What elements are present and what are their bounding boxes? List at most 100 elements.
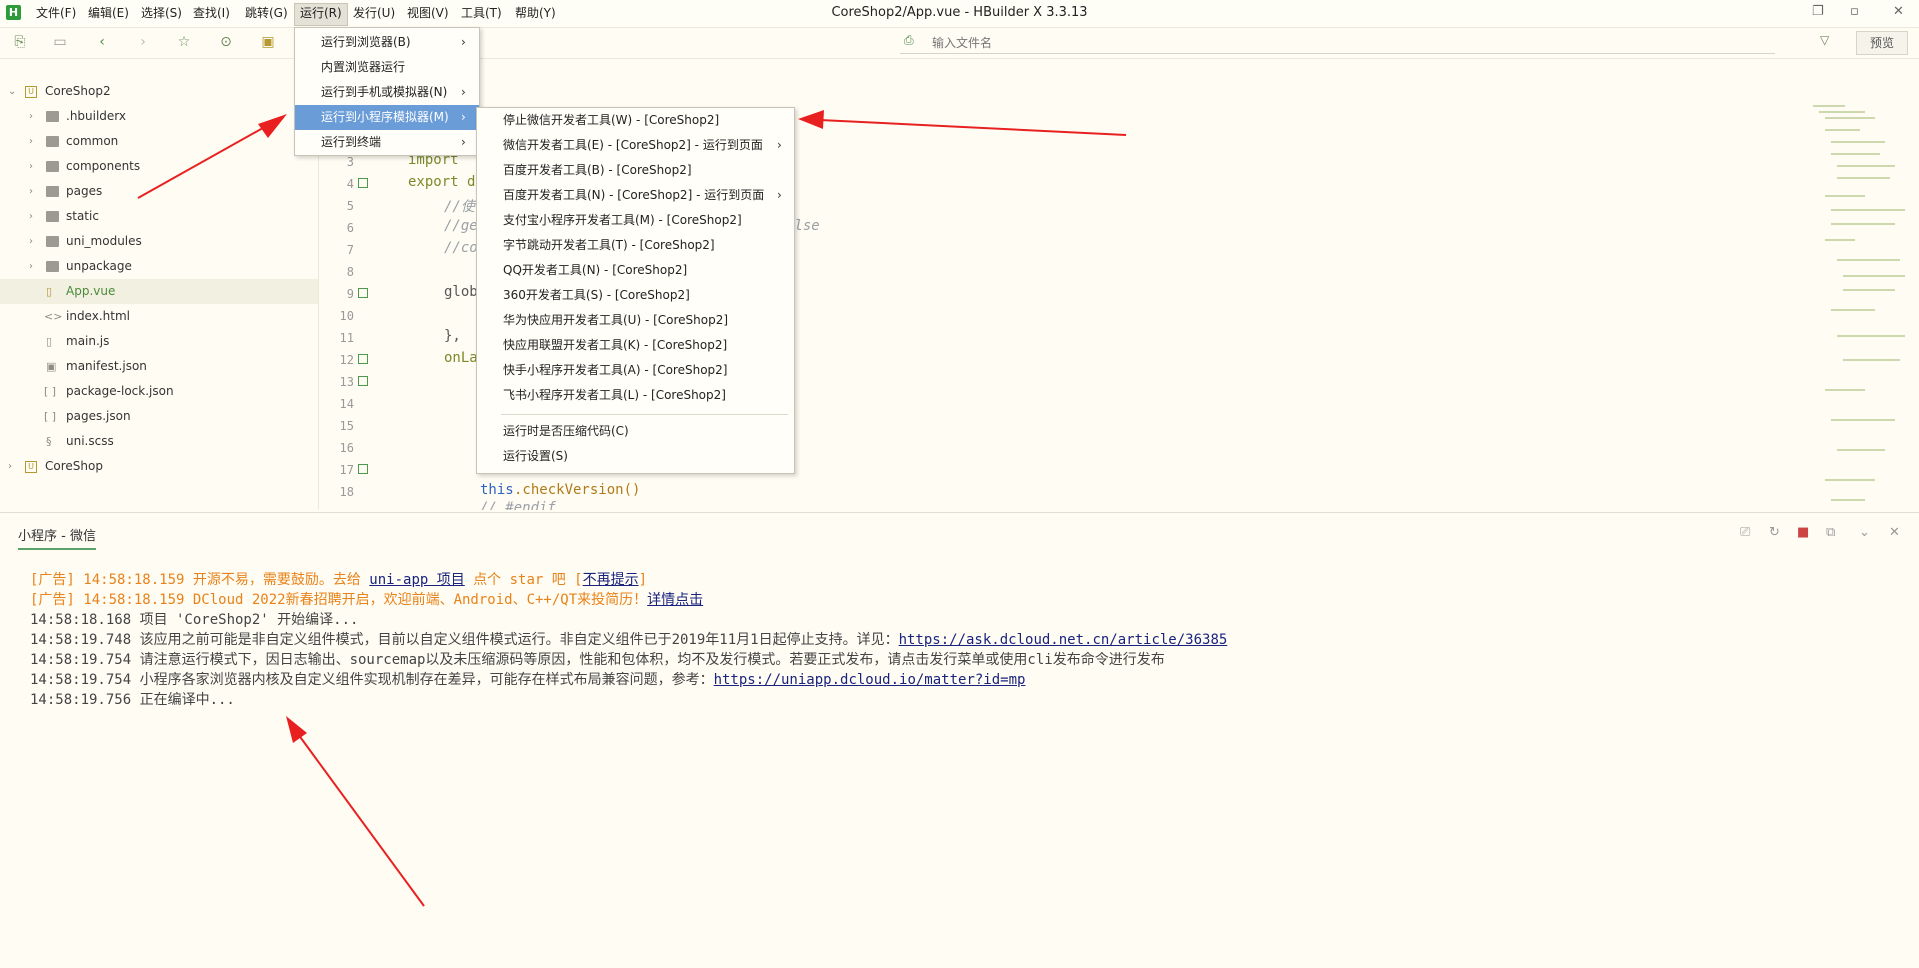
code-line: //co (444, 240, 478, 256)
stop-icon[interactable]: ■ (1797, 525, 1809, 540)
menu-item-wechat-to-page[interactable]: 微信开发者工具(E) - [CoreShop2] - 运行到页面 › (477, 133, 794, 158)
log-link[interactable]: 详情点击 (647, 592, 703, 608)
menu-item-quickapp[interactable]: 快应用联盟开发者工具(K) - [CoreShop2] (477, 333, 794, 358)
menu-item-feishu[interactable]: 飞书小程序开发者工具(L) - [CoreShop2] (477, 383, 794, 408)
line-number: 12 (339, 353, 354, 367)
menu-item-alipay[interactable]: 支付宝小程序开发者工具(M) - [CoreShop2] (477, 208, 794, 233)
chevron-right-icon[interactable]: › (29, 104, 39, 129)
log-line: [广告] 14:58:18.159 DCloud 2022新春招聘开启，欢迎前端… (30, 589, 703, 609)
log-link[interactable]: 不再提示 (583, 572, 639, 588)
log-link[interactable]: uni-app 项目 (369, 572, 464, 588)
minimap[interactable] (1805, 100, 1915, 510)
project-coreshop2[interactable]: ⌄ U CoreShop2 (0, 79, 318, 104)
menu-item-run-browser[interactable]: 运行到浏览器(B) › (295, 30, 479, 55)
menu-item-compress-code[interactable]: 运行时是否压缩代码(C) (477, 419, 794, 444)
clear-console-icon[interactable]: ⎚ (1740, 525, 1750, 540)
tree-item[interactable]: <> index.html (0, 304, 318, 329)
tree-item[interactable]: § uni.scss (0, 429, 318, 454)
line-number: 9 (346, 287, 354, 301)
chevron-right-icon[interactable]: › (29, 154, 39, 179)
chevron-right-icon[interactable]: › (8, 454, 18, 479)
menu-item-run-settings[interactable]: 运行设置(S) (477, 444, 794, 469)
js-file-icon: ▯ (46, 335, 53, 348)
run-menu: 运行到浏览器(B) › 内置浏览器运行 运行到手机或模拟器(N) › 运行到小程序模… (294, 27, 480, 156)
open-devtools-icon[interactable]: ⧉ (1826, 525, 1835, 540)
new-file-icon[interactable]: ⎘ (12, 34, 28, 50)
menu-item-kuaishou[interactable]: 快手小程序开发者工具(A) - [CoreShop2] (477, 358, 794, 383)
preview-button[interactable]: 预览 (1856, 31, 1908, 55)
fold-toggle-icon[interactable] (358, 464, 368, 474)
save-icon[interactable]: ▭ (52, 34, 68, 50)
menu-item-label: 百度开发者工具(N) - [CoreShop2] - 运行到页面 (503, 188, 765, 202)
log-link[interactable]: https://uniapp.dcloud.io/matter?id=mp (714, 672, 1026, 688)
fold-toggle-icon[interactable] (358, 178, 368, 188)
menu-item-builtin-browser[interactable]: 内置浏览器运行 (295, 55, 479, 80)
fold-toggle-icon[interactable] (358, 288, 368, 298)
tree-item-label: common (66, 134, 119, 148)
tree-item-label: unpackage (66, 259, 132, 273)
html-file-icon: <> (44, 310, 63, 323)
tree-item[interactable]: › pages (0, 179, 318, 204)
chevron-right-icon[interactable]: › (29, 179, 39, 204)
project-coreshop[interactable]: › U CoreShop (0, 454, 318, 479)
menu-item-baidu[interactable]: 百度开发者工具(B) - [CoreShop2] (477, 158, 794, 183)
window-title: CoreShop2/App.vue - HBuilder X 3.3.13 (831, 5, 1088, 20)
tree-item[interactable]: [ ] pages.json (0, 404, 318, 429)
project-icon[interactable]: ▣ (260, 34, 276, 50)
filter-icon[interactable]: ▽ (1820, 33, 1829, 47)
chevron-right-icon[interactable]: › (29, 254, 39, 279)
tree-item-selected[interactable]: ▯ App.vue (0, 279, 318, 304)
minimap-preview (1813, 105, 1905, 501)
menu-item-run-terminal[interactable]: 运行到终端 › (295, 130, 479, 155)
tree-item[interactable]: ▯ main.js (0, 329, 318, 354)
log-link[interactable]: https://ask.dcloud.net.cn/article/36385 (899, 632, 1228, 648)
file-search[interactable]: ⎙ ▽ (900, 31, 1829, 54)
menu-item-huawei[interactable]: 华为快应用开发者工具(U) - [CoreShop2] (477, 308, 794, 333)
close-console-icon[interactable]: ✕ (1889, 525, 1900, 540)
menu-item-baidu-to-page[interactable]: 百度开发者工具(N) - [CoreShop2] - 运行到页面 › (477, 183, 794, 208)
console-tab-wechat[interactable]: 小程序 - 微信 (18, 525, 96, 550)
tree-item[interactable]: ▣ manifest.json (0, 354, 318, 379)
log-text: ] (638, 572, 648, 588)
chevron-right-icon[interactable]: › (29, 229, 39, 254)
menu-item-run-phone[interactable]: 运行到手机或模拟器(N) › (295, 80, 479, 105)
restart-icon[interactable]: ↻ (1769, 525, 1780, 540)
tree-item[interactable]: › static (0, 204, 318, 229)
log-line: 14:58:19.756 正在编译中... (30, 689, 235, 709)
json-file-icon: [ ] (44, 385, 57, 398)
close-window-icon[interactable]: ✕ (1893, 4, 1904, 19)
fold-toggle-icon[interactable] (358, 376, 368, 386)
chevron-right-icon[interactable]: › (29, 129, 39, 154)
forward-icon[interactable]: › (135, 34, 151, 50)
log-line: [广告] 14:58:18.159 开源不易，需要鼓励。去给 uni-app 项… (30, 569, 647, 589)
menu-item-360[interactable]: 360开发者工具(S) - [CoreShop2] (477, 283, 794, 308)
tree-item[interactable]: [ ] package-lock.json (0, 379, 318, 404)
maximize-icon[interactable]: ▫ (1850, 4, 1859, 19)
menu-item-label: 内置浏览器运行 (321, 60, 406, 74)
back-icon[interactable]: ‹ (94, 34, 110, 50)
chevron-right-icon[interactable]: › (29, 204, 39, 229)
line-number: 10 (339, 309, 354, 323)
tree-item[interactable]: › common (0, 129, 318, 154)
line-number: 13 (339, 375, 354, 389)
run-icon[interactable]: ⊙ (218, 34, 234, 50)
menu-item-qq[interactable]: QQ开发者工具(N) - [CoreShop2] (477, 258, 794, 283)
line-number: 15 (339, 419, 354, 433)
menu-item-label: 百度开发者工具(B) - [CoreShop2] (503, 163, 692, 177)
tree-item[interactable]: › components (0, 154, 318, 179)
fold-toggle-icon[interactable] (358, 354, 368, 364)
menu-item-run-miniprogram[interactable]: 运行到小程序模拟器(M) › (295, 105, 479, 130)
tree-item[interactable]: › .hbuilderx (0, 104, 318, 129)
menu-item-bytedance[interactable]: 字节跳动开发者工具(T) - [CoreShop2] (477, 233, 794, 258)
star-icon[interactable]: ☆ (176, 34, 192, 50)
chevron-down-icon[interactable]: ⌄ (1859, 525, 1870, 540)
code-line: //ge (444, 218, 478, 234)
menu-item-stop-wechat[interactable]: 停止微信开发者工具(W) - [CoreShop2] (477, 108, 794, 133)
tree-item[interactable]: › unpackage (0, 254, 318, 279)
menu-divider (501, 414, 788, 415)
restore-window-icon[interactable]: ❐ (1812, 4, 1824, 19)
chevron-down-icon[interactable]: ⌄ (8, 79, 18, 104)
menu-item-label: 停止微信开发者工具(W) - [CoreShop2] (503, 113, 720, 127)
file-search-input[interactable] (930, 33, 1634, 53)
tree-item[interactable]: › uni_modules (0, 229, 318, 254)
